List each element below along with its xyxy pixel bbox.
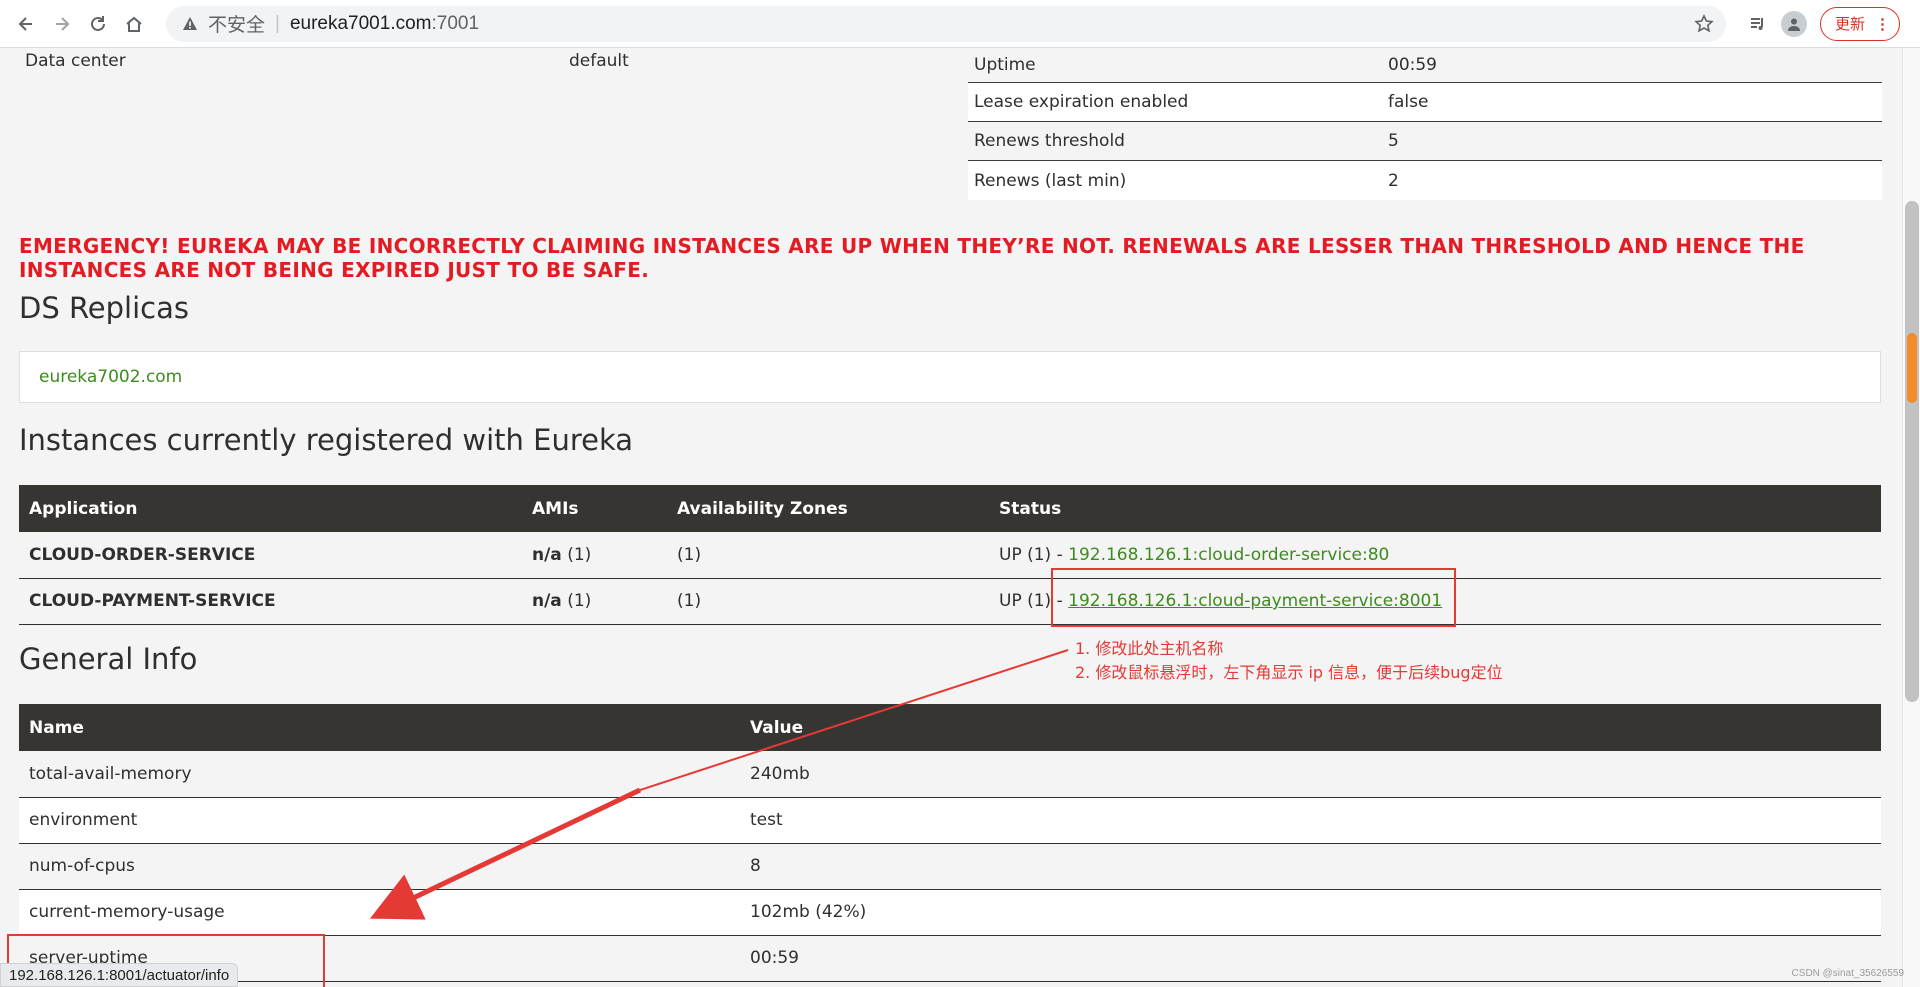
link-hover-status-bar: 192.168.126.1:8001/actuator/info: [0, 963, 239, 987]
watermark: CSDN @sinat_35626559: [1791, 968, 1904, 979]
page-scrollbar[interactable]: [1902, 48, 1920, 987]
scrollbar-thumb[interactable]: [1905, 201, 1919, 702]
scrollbar-highlight-marker: [1907, 333, 1917, 403]
annotation-arrow: [369, 649, 1069, 920]
